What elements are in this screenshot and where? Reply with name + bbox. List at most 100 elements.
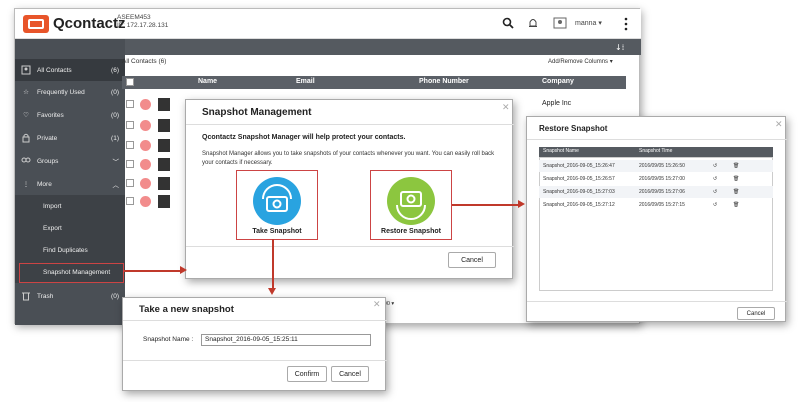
close-icon[interactable]: ✕ (502, 102, 510, 113)
row-checkbox[interactable] (126, 197, 134, 205)
restore-icon[interactable]: ↺ (713, 176, 717, 182)
user-menu[interactable]: manna ▾ (575, 19, 602, 27)
sidebar-item-label: Frequently Used (37, 88, 85, 96)
delete-icon[interactable]: 🗑 (733, 163, 739, 169)
sidebar-item-trash[interactable]: Trash (0) (15, 285, 125, 307)
chevron-up-icon: ︿ (112, 182, 120, 189)
dialog-title: Restore Snapshot (539, 124, 608, 133)
restore-icon[interactable]: ↺ (713, 189, 717, 195)
dialog-title: Take a new snapshot (139, 304, 234, 315)
snapshot-row[interactable]: Snapshot_2016-09-05_15:27:03 2016/09/05 … (539, 186, 773, 198)
delete-icon[interactable]: 🗑 (733, 189, 739, 195)
restore-snapshot-button[interactable]: Restore Snapshot (370, 170, 452, 240)
search-icon[interactable] (502, 17, 514, 29)
chevron-down-icon: ﹀ (112, 159, 120, 166)
delete-icon[interactable]: 🗑 (733, 176, 739, 182)
sidebar-item-count: (0) (111, 292, 119, 300)
cancel-button[interactable]: Cancel (331, 366, 369, 382)
delete-icon[interactable]: 🗑 (733, 202, 739, 208)
column-header-email[interactable]: Email (296, 78, 315, 85)
snapshot-name: Snapshot_2016-09-05_15:27:12 (543, 202, 615, 208)
bell-icon[interactable] (527, 17, 539, 29)
dialog-lead: Qcontactz Snapshot Manager will help pro… (202, 134, 406, 141)
cancel-button[interactable]: Cancel (737, 307, 775, 320)
sidebar-item-all-contacts[interactable]: All Contacts (6) (15, 59, 125, 81)
divider (123, 320, 387, 321)
kebab-menu-icon[interactable] (623, 17, 629, 31)
groups-icon (15, 156, 37, 166)
contacts-toolbar: ↓⁞ (125, 39, 641, 55)
column-header-phone[interactable]: Phone Number (419, 78, 469, 85)
sidebar-item-label: More (37, 180, 52, 188)
table-header: Name Email Phone Number Company (122, 76, 626, 89)
close-icon[interactable]: ✕ (373, 299, 381, 310)
avatar (158, 195, 170, 208)
row-checkbox[interactable] (126, 100, 134, 108)
restore-snapshot-label: Restore Snapshot (381, 228, 441, 235)
column-header-name[interactable]: Name (198, 78, 217, 85)
svg-text:↓⁞: ↓⁞ (615, 43, 624, 52)
snapshot-name: Snapshot_2016-09-05_15:27:03 (543, 189, 615, 195)
take-snapshot-label: Take Snapshot (252, 228, 302, 235)
sort-icon[interactable]: ↓⁞ (615, 42, 629, 52)
avatar (158, 119, 170, 132)
user-avatar-icon[interactable] (553, 17, 567, 29)
company-cell: Apple Inc (542, 100, 572, 107)
take-snapshot-button[interactable]: Take Snapshot (236, 170, 318, 240)
snapshot-row[interactable]: Snapshot_2016-09-05_15:26:57 2016/09/05 … (539, 173, 773, 185)
username: manna (575, 20, 597, 27)
avatar (158, 177, 170, 190)
more-icon: ⋮ (22, 181, 30, 188)
snapshot-management-dialog: Snapshot Management ✕ Qcontactz Snapshot… (185, 99, 514, 279)
divider (186, 124, 514, 125)
favorite-icon[interactable] (140, 120, 151, 131)
snapshot-row[interactable]: Snapshot_2016-09-05_15:27:12 2016/09/05 … (539, 199, 773, 211)
contacts-count-header: All Contacts (6) (122, 58, 167, 65)
ip-address: IP: 172.17.28.131 (117, 22, 169, 29)
sidebar-item-more[interactable]: ⋮ More ︿ (15, 173, 125, 195)
sidebar-item-frequently-used[interactable]: ☆ Frequently Used (0) (15, 81, 125, 103)
snapshot-management-highlight (19, 263, 124, 283)
divider (527, 139, 787, 140)
snapshot-row[interactable]: Snapshot_2016-09-05_15:26:47 2016/09/05 … (539, 160, 773, 172)
sidebar-item-label: Favorites (37, 111, 64, 119)
avatar (158, 158, 170, 171)
cancel-button[interactable]: Cancel (448, 252, 496, 268)
sidebar-item-count: (1) (111, 134, 119, 142)
account-info: ASEEM453 IP: 172.17.28.131 (117, 14, 168, 30)
close-icon[interactable]: ✕ (775, 119, 783, 130)
snapshot-table-header: Snapshot Name Snapshot Time (539, 147, 773, 157)
row-checkbox[interactable] (126, 121, 134, 129)
top-bar: Qcontactz ASEEM453 IP: 172.17.28.131 man… (15, 9, 641, 39)
snapshot-name-label: Snapshot Name : (143, 336, 194, 343)
take-snapshot-dialog: Take a new snapshot ✕ Snapshot Name : Sn… (122, 297, 387, 391)
favorite-icon[interactable] (140, 178, 151, 189)
arrow-head (518, 200, 525, 208)
favorite-icon[interactable] (140, 140, 151, 151)
sidebar-subitem-find-duplicates[interactable]: Find Duplicates (15, 239, 125, 261)
sidebar-item-private[interactable]: Private (1) (15, 127, 125, 149)
sidebar-item-label: Trash (37, 292, 54, 300)
favorite-icon[interactable] (140, 196, 151, 207)
restore-icon[interactable]: ↺ (713, 202, 717, 208)
row-checkbox[interactable] (126, 179, 134, 187)
sidebar-item-favorites[interactable]: ♡ Favorites (0) (15, 104, 125, 126)
snapshot-name-input[interactable]: Snapshot_2016-09-05_15:25:11 (201, 334, 371, 346)
favorite-icon[interactable] (140, 159, 151, 170)
confirm-button[interactable]: Confirm (287, 366, 327, 382)
column-header-snapshot-time: Snapshot Time (639, 148, 673, 154)
subitem-label: Find Duplicates (43, 246, 88, 254)
star-icon: ☆ (23, 89, 29, 96)
column-header-company[interactable]: Company (542, 78, 574, 85)
snapshot-time: 2016/09/05 15:27:15 (639, 202, 685, 208)
favorite-icon[interactable] (140, 99, 151, 110)
row-checkbox[interactable] (126, 160, 134, 168)
sidebar-item-groups[interactable]: Groups ﹀ (15, 150, 125, 172)
restore-icon[interactable]: ↺ (713, 163, 717, 169)
sidebar-subitem-import[interactable]: Import (15, 195, 125, 217)
row-checkbox[interactable] (126, 141, 134, 149)
add-remove-columns-button[interactable]: Add/Remove Columns ▾ (548, 58, 613, 65)
camera-icon (253, 177, 301, 225)
select-all-checkbox[interactable] (126, 78, 134, 86)
sidebar-subitem-export[interactable]: Export (15, 217, 125, 239)
